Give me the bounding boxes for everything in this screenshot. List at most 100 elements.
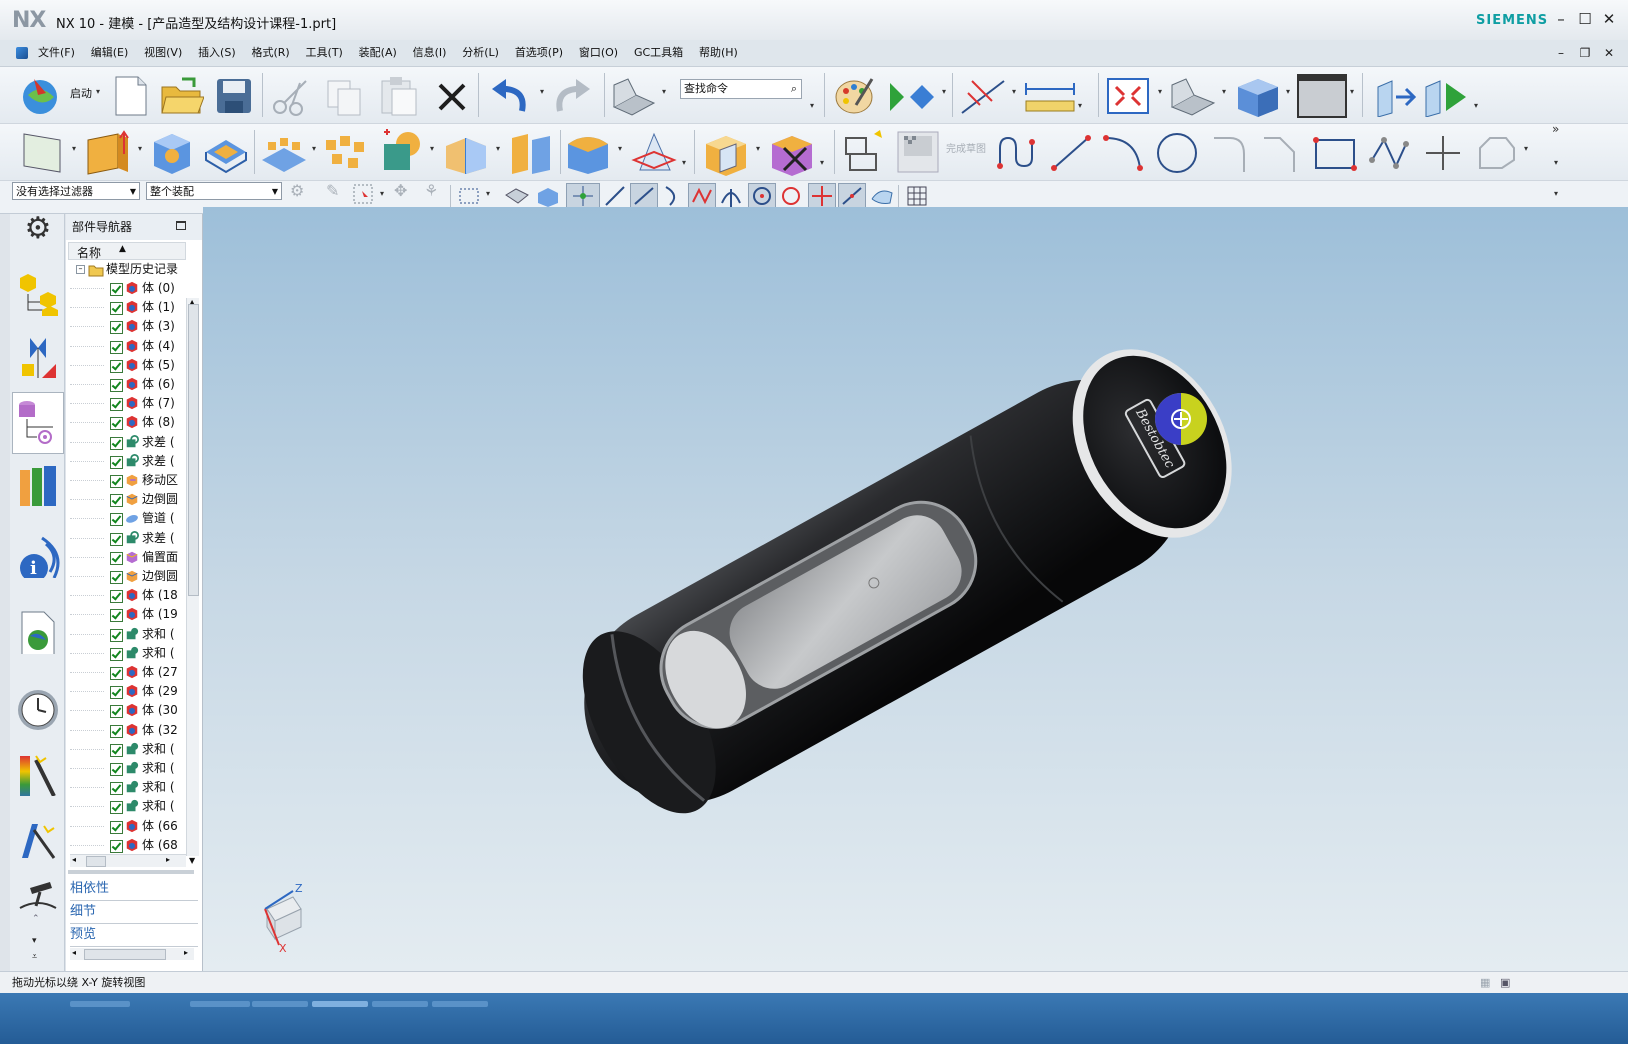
taskbar-item[interactable] xyxy=(70,1001,130,1007)
menu-window[interactable]: 窗口(O) xyxy=(579,40,618,66)
select-all-faces-icon[interactable] xyxy=(504,185,530,207)
tree-row-feature[interactable]: 体 (19 xyxy=(66,605,184,624)
offset-face-icon[interactable] xyxy=(700,130,754,176)
tree-row-feature[interactable]: 求和 ( xyxy=(66,740,184,759)
tree-row-feature[interactable]: 体 (30 xyxy=(66,701,184,720)
visibility-checkbox[interactable] xyxy=(110,321,123,335)
doc-minimize-icon[interactable]: – xyxy=(1552,44,1570,62)
visibility-checkbox[interactable] xyxy=(110,417,123,431)
tree-row-feature[interactable]: 求和 ( xyxy=(66,797,184,816)
snap-quadrant-icon[interactable] xyxy=(778,185,804,207)
rectangle-icon[interactable] xyxy=(1310,130,1362,176)
tree-row-feature[interactable]: 求差 ( xyxy=(66,529,184,548)
close-icon[interactable]: ✕ xyxy=(1600,10,1618,28)
line-icon[interactable] xyxy=(1048,132,1094,174)
hd3d-tools-icon[interactable]: i xyxy=(16,534,60,578)
visibility-checkbox[interactable] xyxy=(110,436,123,450)
sketch-icon[interactable] xyxy=(840,128,888,176)
finish-sketch-label[interactable]: 完成草图 xyxy=(946,140,986,155)
menu-gc-toolbox[interactable]: GC工具箱 xyxy=(634,40,683,66)
tree-row-feature[interactable]: 偏置面 xyxy=(66,548,184,567)
visibility-checkbox[interactable] xyxy=(110,724,123,738)
panel-horizontal-scrollbar[interactable]: ◂ ▸ xyxy=(70,948,194,960)
history-clock-icon[interactable] xyxy=(16,686,60,730)
type-filter-icon[interactable] xyxy=(352,183,376,205)
cylinder-model[interactable]: Bestobtec xyxy=(548,321,1263,839)
unite-icon[interactable] xyxy=(378,126,430,176)
select-solid-icon[interactable] xyxy=(534,185,560,207)
visibility-checkbox[interactable] xyxy=(110,513,123,527)
menu-preferences[interactable]: 首选项(P) xyxy=(515,40,563,66)
graphics-window[interactable]: Bestobtec Z X xyxy=(203,207,1628,971)
visibility-checkbox[interactable] xyxy=(110,801,123,815)
menu-info[interactable]: 信息(I) xyxy=(413,40,447,66)
visibility-checkbox[interactable] xyxy=(110,379,123,392)
trim-body-icon[interactable] xyxy=(442,132,494,174)
tree-row-feature[interactable]: 体 (68 xyxy=(66,836,184,855)
resbar-more-icon[interactable]: ⩡ xyxy=(32,952,37,962)
scroll-thumb[interactable] xyxy=(188,304,199,596)
status-selection-icon[interactable]: ▦ xyxy=(1480,972,1490,994)
system-scene-icon[interactable] xyxy=(16,752,60,796)
doc-restore-icon[interactable]: ❐ xyxy=(1576,44,1594,62)
resbar-scroll-up-icon[interactable]: ⌃ xyxy=(32,914,40,924)
studio-spline-icon[interactable] xyxy=(1366,130,1412,176)
tree-row-feature[interactable]: 体 (66 xyxy=(66,817,184,836)
visibility-checkbox[interactable] xyxy=(110,571,123,584)
finish-sketch-flag-icon[interactable] xyxy=(894,128,942,176)
edge-blend-icon[interactable] xyxy=(564,130,614,176)
measure-distance-icon[interactable] xyxy=(1024,81,1076,117)
general-selection-icon[interactable]: ✥ xyxy=(394,181,407,200)
visibility-checkbox[interactable] xyxy=(110,686,123,700)
part-navigator-tab[interactable] xyxy=(12,392,64,454)
command-finder-input[interactable]: 查找命令 ⌕ xyxy=(680,79,802,99)
resbar-scroll-down-icon[interactable]: ▾ xyxy=(32,936,37,946)
section-view-icon[interactable] xyxy=(1372,75,1418,117)
visibility-checkbox[interactable] xyxy=(110,628,123,642)
tree-row-feature[interactable]: 体 (29 xyxy=(66,682,184,701)
visibility-checkbox[interactable] xyxy=(110,839,123,853)
tree-row-feature[interactable]: 体 (3) xyxy=(66,317,184,336)
visibility-checkbox[interactable] xyxy=(110,455,123,469)
status-fullscreen-icon[interactable]: ▣ xyxy=(1500,972,1510,994)
sketch-plane-icon[interactable] xyxy=(20,132,64,174)
tree-row-feature[interactable]: 体 (7) xyxy=(66,394,184,413)
tree-row-feature[interactable]: 体 (32 xyxy=(66,721,184,740)
tree-row-feature[interactable]: 体 (4) xyxy=(66,337,184,356)
fillet-icon[interactable] xyxy=(1206,130,1252,176)
snap-curve-icon[interactable] xyxy=(660,185,686,207)
visibility-checkbox[interactable] xyxy=(110,782,123,796)
selection-scope-select[interactable]: 整个装配 ▼ xyxy=(146,182,282,200)
web-browser-icon[interactable] xyxy=(16,610,60,654)
snap-control-toggle[interactable] xyxy=(688,183,716,209)
navigator-horizontal-scrollbar[interactable]: ◂ ▸ xyxy=(70,854,186,867)
select-body-icon[interactable]: ⚘ xyxy=(424,181,438,200)
start-globe-icon[interactable] xyxy=(20,73,64,117)
panel-splitter[interactable] xyxy=(68,870,194,874)
pattern-feature-icon[interactable] xyxy=(322,132,372,174)
tree-row-feature[interactable]: 求和 ( xyxy=(66,625,184,644)
panel-scroll-left-icon[interactable]: ◂ xyxy=(72,948,76,957)
visibility-checkbox[interactable] xyxy=(110,475,123,488)
point-line-icon[interactable] xyxy=(958,75,1010,117)
snap-enable-toggle[interactable] xyxy=(566,183,600,209)
fit-view-icon[interactable] xyxy=(1104,75,1152,117)
snap-grid-icon[interactable] xyxy=(906,185,930,207)
background-icon[interactable] xyxy=(1296,73,1348,119)
tree-row-feature[interactable]: 体 (6) xyxy=(66,375,184,394)
copy-icon[interactable] xyxy=(324,77,368,117)
selection-filter-select[interactable]: 没有选择过滤器 ▼ xyxy=(12,182,140,200)
taskbar-item[interactable] xyxy=(252,1001,308,1007)
visibility-checkbox[interactable] xyxy=(110,590,123,604)
tree-row-feature[interactable]: 体 (5) xyxy=(66,356,184,375)
select-features-icon[interactable]: ✎ xyxy=(326,181,339,200)
block-icon[interactable] xyxy=(150,130,194,176)
snap-settings-icon[interactable]: ⚙ xyxy=(290,181,304,200)
navigator-vertical-scrollbar[interactable]: ▲ ▼ xyxy=(186,298,199,865)
menu-file[interactable]: 文件(F) xyxy=(38,40,75,66)
search-icon[interactable]: ⌕ xyxy=(791,80,797,98)
visibility-checkbox[interactable] xyxy=(110,532,123,546)
visibility-checkbox[interactable] xyxy=(110,743,123,757)
maximize-icon[interactable]: ☐ xyxy=(1576,10,1594,28)
orient-view-icon[interactable] xyxy=(1168,77,1218,117)
